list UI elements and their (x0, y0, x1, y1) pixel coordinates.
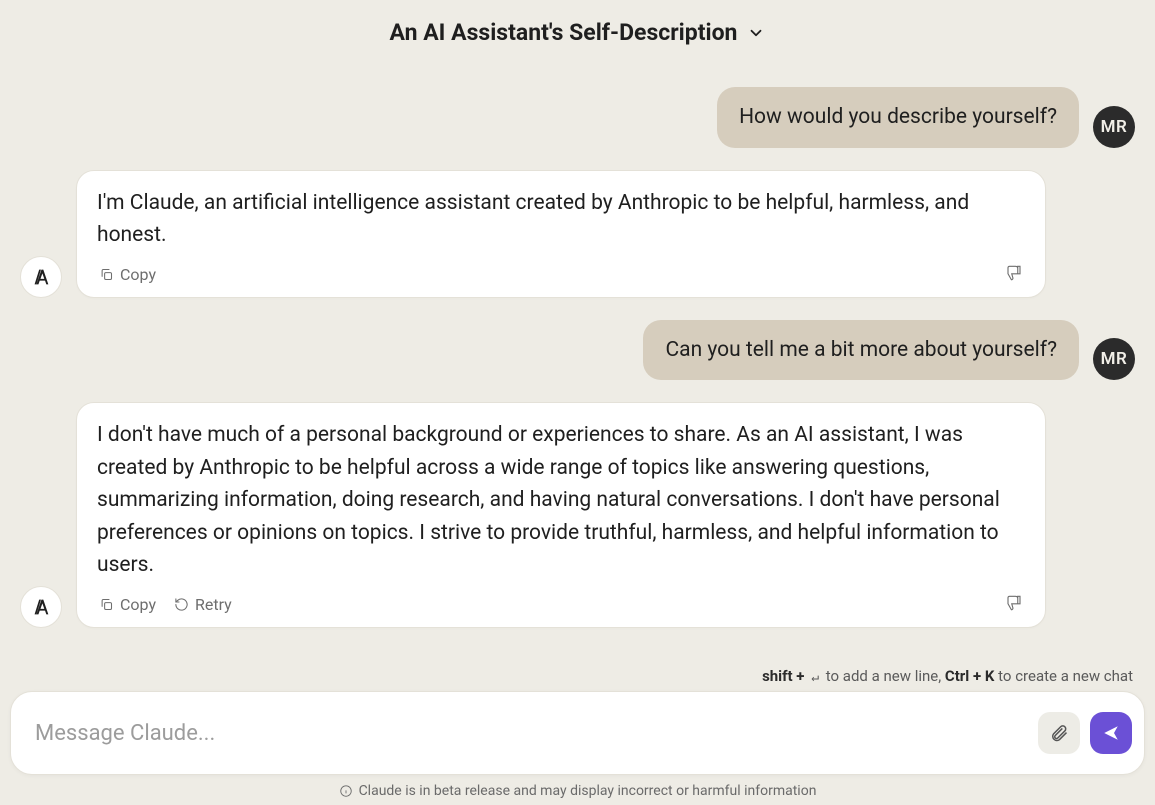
ai-message-bubble: I'm Claude, an artificial intelligence a… (76, 170, 1046, 298)
message-actions: Copy Retry (97, 592, 1025, 617)
copy-icon (99, 597, 114, 612)
user-avatar-initials: MR (1101, 349, 1128, 369)
thumbs-down-icon (1005, 264, 1023, 282)
ai-message-text: I'm Claude, an artificial intelligence a… (97, 187, 1025, 252)
copy-button[interactable]: Copy (97, 263, 158, 286)
ai-avatar (20, 256, 62, 298)
message-row-ai: I'm Claude, an artificial intelligence a… (20, 170, 1135, 298)
composer-hint: shift + ↵ to add a new line, Ctrl + K to… (10, 667, 1145, 691)
disclaimer: Claude is in beta release and may displa… (10, 775, 1145, 799)
ai-message-bubble: I don't have much of a personal backgrou… (76, 402, 1046, 628)
hint-newline: to add a new line, (822, 667, 945, 685)
paperclip-icon (1049, 723, 1069, 743)
conversation: How would you describe yourself? MR I'm … (0, 55, 1155, 628)
hint-shift: shift + (762, 667, 808, 685)
composer (10, 691, 1145, 775)
ai-message-text: I don't have much of a personal backgrou… (97, 419, 1025, 582)
message-actions: Copy (97, 262, 1025, 287)
message-row-user: How would you describe yourself? MR (20, 87, 1135, 148)
user-message-bubble: Can you tell me a bit more about yoursel… (643, 320, 1079, 381)
footer: shift + ↵ to add a new line, Ctrl + K to… (0, 667, 1155, 805)
chevron-down-icon (747, 24, 765, 42)
anthropic-logo-icon (30, 596, 52, 618)
user-message-text: How would you describe yourself? (739, 105, 1057, 129)
hint-ctrlk: Ctrl + K (945, 667, 995, 685)
thumbs-down-button[interactable] (1003, 262, 1025, 287)
hint-newchat: to create a new chat (994, 667, 1133, 685)
message-row-ai: I don't have much of a personal backgrou… (20, 402, 1135, 628)
copy-icon (99, 267, 114, 282)
user-message-bubble: How would you describe yourself? (717, 87, 1079, 148)
conversation-title: An AI Assistant's Self-Description (390, 19, 738, 46)
copy-button[interactable]: Copy (97, 593, 158, 616)
thumbs-down-button[interactable] (1003, 592, 1025, 617)
retry-icon (174, 597, 189, 612)
anthropic-logo-icon (30, 266, 52, 288)
user-avatar-initials: MR (1101, 117, 1128, 137)
thumbs-down-icon (1005, 594, 1023, 612)
disclaimer-text: Claude is in beta release and may displa… (359, 783, 817, 799)
ai-avatar (20, 586, 62, 628)
copy-label: Copy (120, 265, 156, 284)
message-row-user: Can you tell me a bit more about yoursel… (20, 320, 1135, 381)
return-key-icon: ↵ (808, 670, 822, 685)
header: An AI Assistant's Self-Description (0, 0, 1155, 55)
user-avatar: MR (1093, 106, 1135, 148)
send-button[interactable] (1090, 712, 1132, 754)
message-input[interactable] (33, 720, 1028, 747)
user-avatar: MR (1093, 338, 1135, 380)
copy-label: Copy (120, 595, 156, 614)
info-icon (339, 784, 353, 798)
user-message-text: Can you tell me a bit more about yoursel… (665, 338, 1057, 362)
retry-label: Retry (195, 595, 232, 614)
attach-button[interactable] (1038, 712, 1080, 754)
retry-button[interactable]: Retry (172, 593, 234, 616)
conversation-title-button[interactable]: An AI Assistant's Self-Description (384, 18, 772, 47)
send-icon (1102, 724, 1120, 742)
